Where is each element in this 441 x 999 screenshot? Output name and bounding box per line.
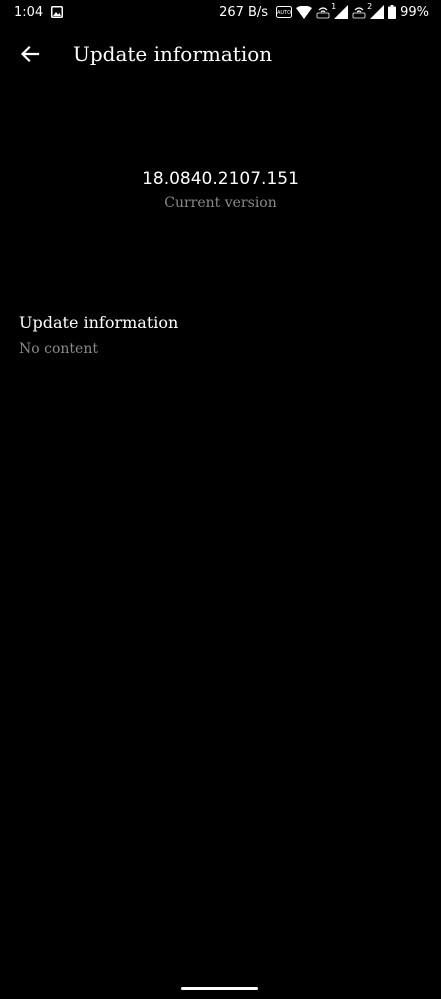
status-bar: 1:04 267 B/s AUTO 1 2 99% (0, 0, 441, 24)
auto-sync-icon: AUTO (276, 6, 293, 18)
signal-icon-1: 1 (331, 2, 349, 19)
current-version-block: 18.0840.2107.151 Current version (0, 166, 441, 214)
update-info-section: Update information No content (19, 310, 419, 362)
page-title: Update information (73, 42, 273, 66)
arrow-left-icon (20, 44, 40, 68)
battery-icon (388, 5, 397, 19)
version-number: 18.0840.2107.151 (142, 169, 299, 189)
update-info-heading: Update information (19, 313, 179, 332)
sim2-badge: 2 (367, 2, 373, 11)
back-button[interactable] (6, 32, 54, 80)
update-info-body: No content (19, 341, 98, 357)
volte-icon-2 (352, 5, 366, 19)
svg-text:AUTO: AUTO (277, 10, 291, 16)
wifi-icon (296, 5, 313, 19)
volte-icon-1 (316, 5, 330, 19)
status-time: 1:04 (14, 4, 44, 20)
app-bar: Update information (0, 24, 441, 88)
home-indicator[interactable] (181, 987, 258, 990)
sim1-badge: 1 (331, 2, 337, 11)
status-bar-right: 267 B/s AUTO 1 2 99% (219, 2, 429, 20)
version-label: Current version (164, 195, 277, 211)
signal-icon-2: 2 (367, 2, 385, 19)
gallery-icon (51, 6, 64, 18)
battery-percent: 99% (400, 4, 429, 20)
net-speed: 267 B/s (219, 4, 269, 20)
status-bar-left: 1:04 (14, 4, 64, 20)
